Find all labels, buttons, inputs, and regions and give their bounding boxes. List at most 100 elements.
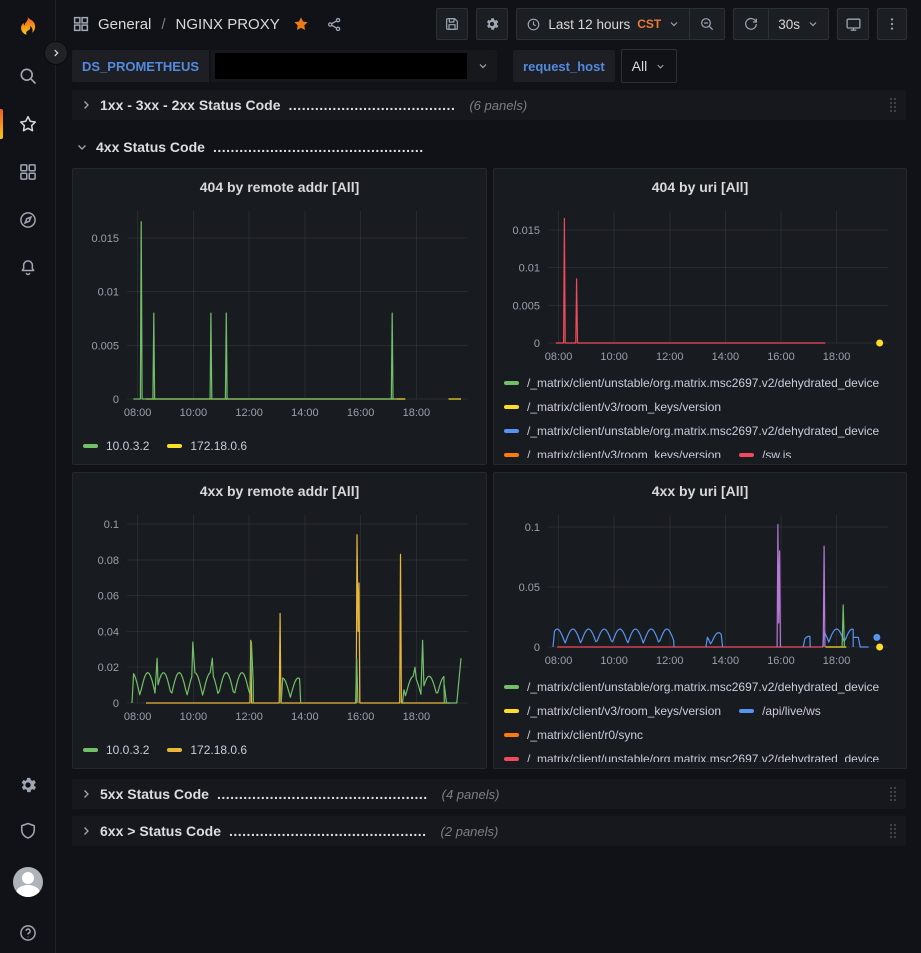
row-1xx-3xx-2xx-status-code[interactable]: 1xx - 3xx - 2xx Status Code ............… [72,90,906,120]
grafana-flame-icon [14,15,41,42]
svg-text:0.01: 0.01 [98,287,119,299]
tv-mode-button[interactable] [837,8,869,40]
legend-item[interactable]: 10.0.3.2 [83,434,149,458]
row-title: 1xx - 3xx - 2xx Status Code [100,97,281,113]
row-4xx-status-code[interactable]: 4xx Status Code ........................… [72,134,906,160]
breadcrumb-separator: / [161,16,165,33]
legend-label: /_matrix/client/v3/room_keys/version [527,400,721,414]
bell-icon [18,258,38,278]
panel-title[interactable]: 4xx by uri [All] [502,477,898,505]
svg-text:0.08: 0.08 [98,555,119,567]
sidebar-expand-button[interactable] [44,41,68,65]
save-dashboard-button[interactable] [436,8,468,40]
row-drag-handle[interactable] [888,97,898,113]
dashboard-settings-button[interactable] [476,8,508,40]
legend-swatch [504,733,519,737]
compass-icon [18,210,38,230]
more-options-button[interactable] [877,8,907,40]
svg-text:0.01: 0.01 [519,263,540,275]
sidebar-item-dashboards[interactable] [0,148,55,196]
legend-label: 10.0.3.2 [106,439,149,453]
panel-title[interactable]: 404 by remote addr [All] [81,173,478,201]
svg-text:18:00: 18:00 [823,655,851,667]
svg-text:10:00: 10:00 [180,711,208,723]
legend-item[interactable]: /_matrix/client/r0/sync [504,723,643,747]
panel-4xx-by-uri: 4xx by uri [All] 08:0010:0012:0014:0016:… [493,472,907,769]
navbar-actions: Last 12 hours CST [436,8,907,40]
variable-value-ds-prometheus[interactable] [211,50,497,82]
row-6xx-status-code[interactable]: 6xx > Status Code ......................… [72,816,906,846]
legend-swatch [504,709,519,713]
sidebar-item-explore[interactable] [0,196,55,244]
breadcrumb-folder[interactable]: General [98,16,151,33]
legend-item[interactable]: /_matrix/client/v3/room_keys/version [504,395,721,419]
zoom-out-icon [699,16,715,32]
share-alt-icon [326,16,343,33]
panel-legend: 10.0.3.2 172.18.0.6 [81,738,478,762]
svg-text:12:00: 12:00 [235,711,263,723]
svg-text:14:00: 14:00 [712,351,740,363]
zoom-out-time-button[interactable] [689,9,724,39]
breadcrumb-dashboard-title[interactable]: NGINX PROXY [176,16,280,33]
legend-item[interactable]: /sw.js [739,443,791,458]
panel-title[interactable]: 404 by uri [All] [502,173,898,201]
legend-item[interactable]: /api/live/ws [739,699,821,723]
sidebar [0,0,56,953]
kebab-menu-icon [884,16,900,32]
chevron-down-icon [655,61,666,72]
time-series-chart[interactable]: 08:0010:0012:0014:0016:0018:0000.0050.01… [81,201,478,423]
row-5xx-status-code[interactable]: 5xx Status Code ........................… [72,779,906,809]
legend-swatch [504,429,519,433]
legend-item[interactable]: /_matrix/client/unstable/org.matrix.msc2… [504,747,879,762]
legend-swatch [504,453,519,457]
grip-dots-icon [888,97,898,113]
variable-label-request-host: request_host [513,50,615,82]
chevron-right-icon [80,825,92,837]
legend-item[interactable]: /_matrix/client/v3/room_keys/version [504,443,721,458]
redacted-value-box [215,53,467,79]
time-series-chart[interactable]: 08:0010:0012:0014:0016:0018:0000.020.040… [81,505,478,727]
legend-label: /_matrix/client/unstable/org.matrix.msc2… [527,376,879,390]
refresh-interval-dropdown[interactable]: 30s [768,9,828,39]
legend-item[interactable]: /_matrix/client/v3/room_keys/version [504,699,721,723]
legend-label: 10.0.3.2 [106,743,149,757]
panel-404-by-uri: 404 by uri [All] 08:0010:0012:0014:0016:… [493,168,907,465]
panel-legend: /_matrix/client/unstable/org.matrix.msc2… [502,675,898,762]
svg-text:18:00: 18:00 [403,711,431,723]
save-floppy-icon [444,16,460,32]
time-range-picker[interactable]: Last 12 hours CST [517,9,689,39]
svg-text:0: 0 [534,338,540,350]
svg-text:16:00: 16:00 [347,711,375,723]
favorite-star-button[interactable] [292,15,310,33]
legend-label: /_matrix/client/v3/room_keys/version [527,704,721,718]
gear-icon [18,775,38,795]
sidebar-item-server-admin[interactable] [18,821,38,841]
legend-item[interactable]: 172.18.0.6 [167,434,247,458]
time-series-chart[interactable]: 08:0010:0012:0014:0016:0018:0000.050.1 [502,505,898,671]
dashboard-variables-row: DS_PROMETHEUS request_host All [56,48,921,84]
share-dashboard-button[interactable] [326,16,343,33]
row-panel-count: (2 panels) [441,824,499,839]
variable-value-request-host[interactable]: All [621,49,678,83]
refresh-dashboard-button[interactable] [734,9,768,39]
row-drag-handle[interactable] [888,823,898,839]
legend-item[interactable]: /_matrix/client/unstable/org.matrix.msc2… [504,371,879,395]
time-series-chart[interactable]: 08:0010:0012:0014:0016:0018:0000.0050.01… [502,201,898,367]
row-drag-handle[interactable] [888,786,898,802]
chevron-down-icon [76,141,88,153]
legend-item[interactable]: 10.0.3.2 [83,738,149,762]
sidebar-item-configuration[interactable] [18,775,38,795]
svg-text:12:00: 12:00 [235,407,263,419]
legend-item[interactable]: 172.18.0.6 [167,738,247,762]
legend-item[interactable]: /_matrix/client/unstable/org.matrix.msc2… [504,675,879,699]
dashboard-apps-icon[interactable] [72,15,90,33]
sidebar-item-help[interactable] [18,923,38,943]
grip-dots-icon [888,786,898,802]
svg-text:0: 0 [113,394,119,406]
legend-item[interactable]: /_matrix/client/unstable/org.matrix.msc2… [504,419,879,443]
user-avatar[interactable] [13,867,43,897]
panel-title[interactable]: 4xx by remote addr [All] [81,477,478,505]
sidebar-item-starred[interactable] [0,100,55,148]
chevron-down-icon [668,18,680,30]
sidebar-item-alerting[interactable] [0,244,55,292]
